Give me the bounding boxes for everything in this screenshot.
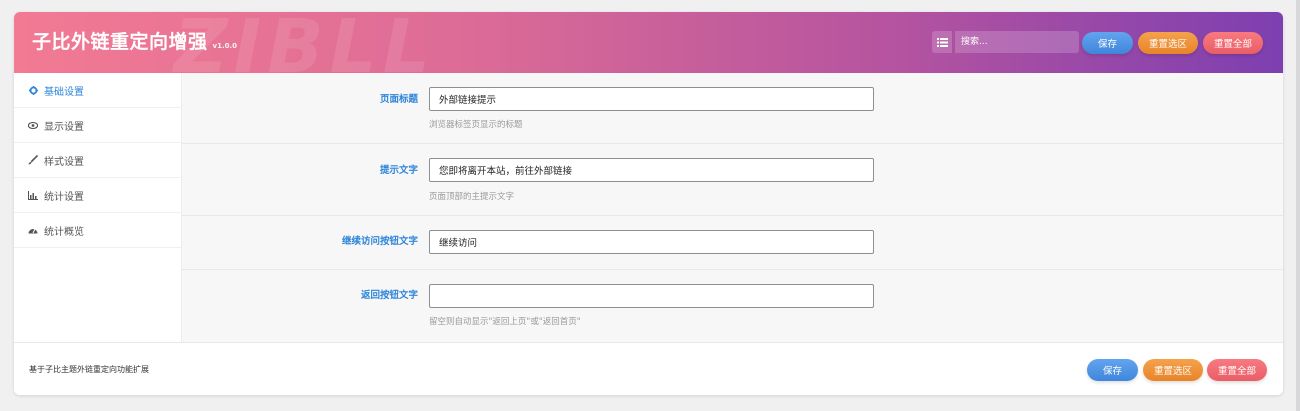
- page-title-input[interactable]: [429, 87, 874, 111]
- search-box: [932, 31, 1079, 53]
- footer-save-button[interactable]: 保存: [1087, 359, 1138, 381]
- list-icon: [936, 37, 948, 47]
- footer-reset-section-button[interactable]: 重置选区: [1143, 359, 1203, 381]
- prompt-text-input[interactable]: [429, 158, 874, 182]
- continue-button-text-input[interactable]: [429, 230, 874, 254]
- sidebar-item-style-settings[interactable]: 样式设置: [14, 143, 181, 178]
- field-row-continue-button-text: 继续访问按钮文字: [182, 216, 1283, 270]
- footer: 基于子比主题外链重定向功能扩展 保存 重置选区 重置全部: [14, 342, 1283, 395]
- sidebar-item-basic-settings[interactable]: 基础设置: [14, 73, 181, 108]
- field-label: 提示文字: [379, 165, 418, 176]
- field-row-prompt-text: 提示文字 页面顶部的主提示文字: [182, 144, 1283, 216]
- footer-credit: 基于子比主题外链重定向功能扩展: [29, 365, 149, 374]
- footer-reset-all-button[interactable]: 重置全部: [1207, 359, 1267, 381]
- bar-chart-icon: [27, 190, 39, 200]
- field-label: 继续访问按钮文字: [341, 236, 418, 247]
- field-label: 返回按钮文字: [360, 290, 418, 301]
- brush-icon: [27, 155, 39, 165]
- header-reset-section-button[interactable]: 重置选区: [1138, 32, 1198, 54]
- settings-panel: ZIBLL 子比外链重定向增强 v1.0.0 保存 重置选区 重置全部: [14, 12, 1283, 395]
- back-button-text-input[interactable]: [429, 284, 874, 308]
- sidebar-item-label: 样式设置: [44, 156, 84, 168]
- field-row-page-title: 页面标题 浏览器标签页显示的标题: [182, 73, 1283, 144]
- sidebar-item-label: 基础设置: [44, 86, 84, 98]
- header-reset-all-button[interactable]: 重置全部: [1203, 32, 1263, 54]
- field-row-back-button-text: 返回按钮文字 留空则自动显示"返回上页"或"返回首页": [182, 270, 1283, 342]
- brand: 子比外链重定向增强 v1.0.0: [32, 27, 237, 54]
- field-description: 页面顶部的主提示文字: [429, 192, 515, 202]
- sidebar-item-label: 统计概览: [44, 226, 84, 238]
- field-label: 页面标题: [379, 94, 418, 105]
- field-description: 留空则自动显示"返回上页"或"返回首页": [429, 317, 581, 327]
- sidebar-item-label: 统计设置: [44, 191, 84, 203]
- settings-content: 页面标题 浏览器标签页显示的标题 提示文字 页面顶部的主提示文字 继续访问按钮文…: [182, 73, 1283, 342]
- header-bar: ZIBLL 子比外链重定向增强 v1.0.0 保存 重置选区 重置全部: [14, 12, 1283, 73]
- field-description: 浏览器标签页显示的标题: [429, 120, 523, 130]
- search-list-icon[interactable]: [932, 31, 952, 53]
- version-badge: v1.0.0: [212, 42, 238, 50]
- sidebar-item-display-settings[interactable]: 显示设置: [14, 108, 181, 143]
- sidebar: 基础设置 显示设置 样式设置 统计设置 统计概览: [14, 73, 182, 342]
- dashboard-icon: [27, 226, 39, 234]
- window-scrollbar[interactable]: [1296, 0, 1300, 411]
- header-save-button[interactable]: 保存: [1082, 32, 1133, 54]
- sidebar-item-stats-overview[interactable]: 统计概览: [14, 213, 181, 248]
- sidebar-item-stats-settings[interactable]: 统计设置: [14, 178, 181, 213]
- eye-icon: [27, 121, 39, 129]
- sidebar-item-label: 显示设置: [44, 121, 84, 133]
- search-input[interactable]: [955, 31, 1079, 53]
- gear-icon: [27, 85, 39, 95]
- plugin-title: 子比外链重定向增强: [32, 31, 208, 53]
